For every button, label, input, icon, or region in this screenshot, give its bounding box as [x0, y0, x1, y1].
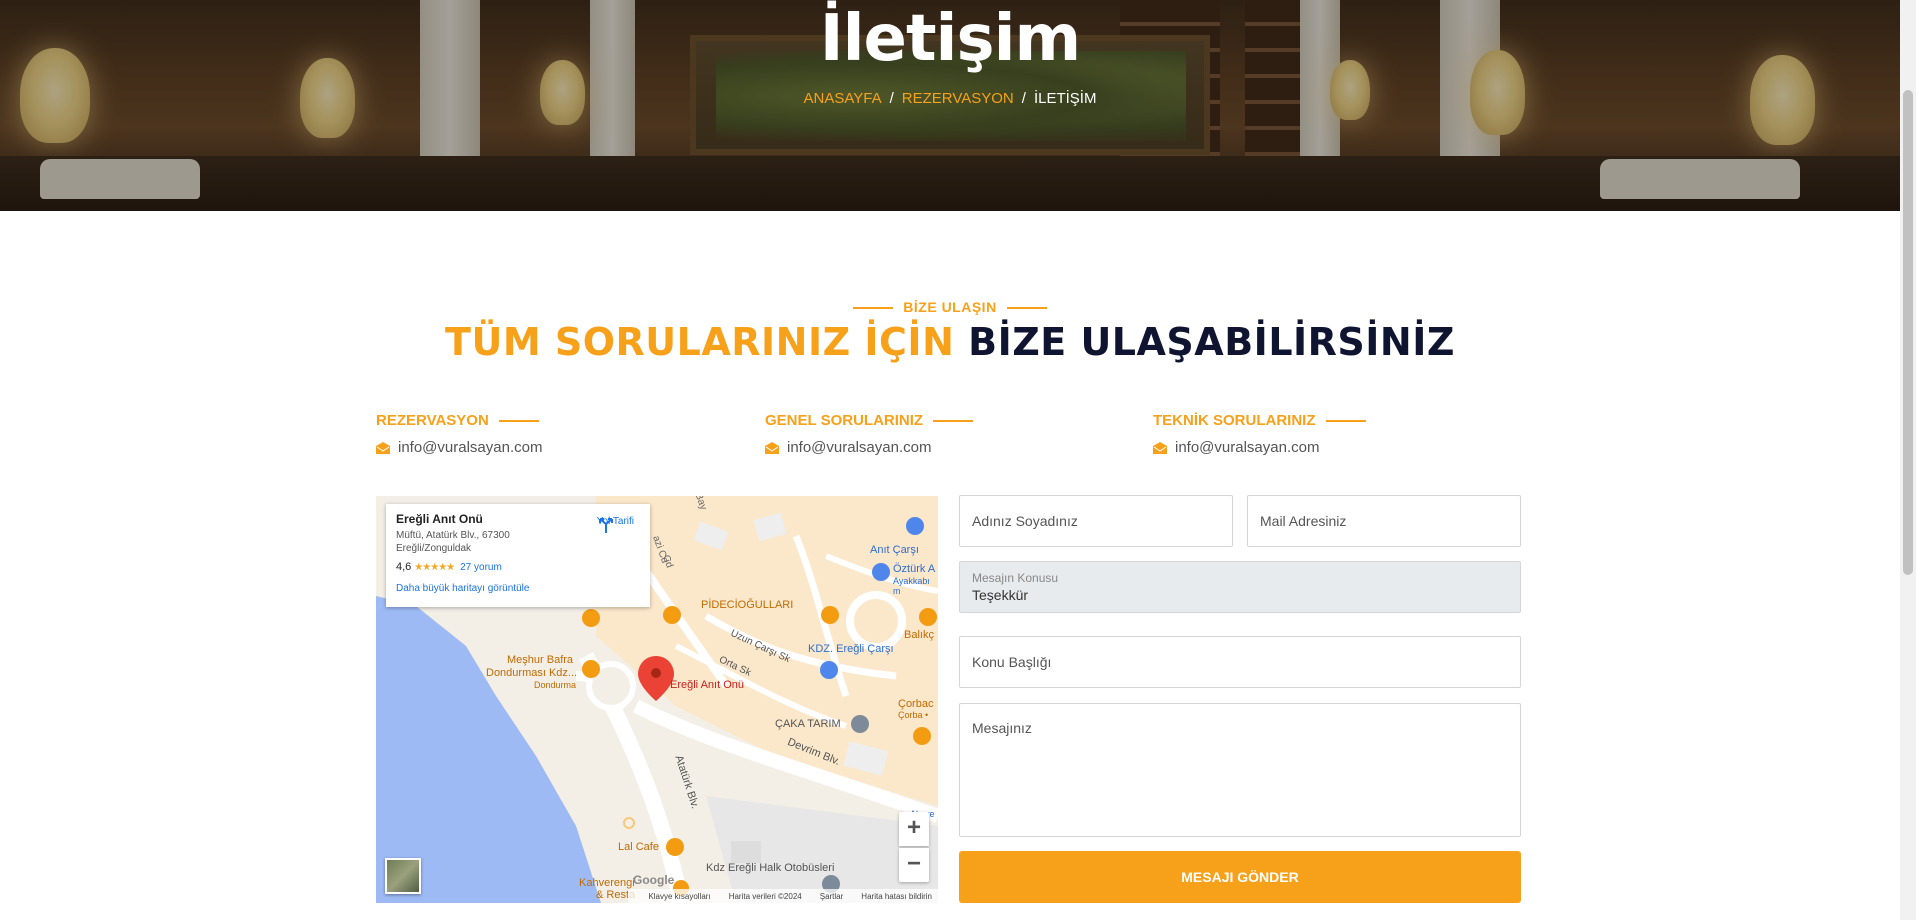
- zoom-in-button[interactable]: +: [899, 812, 929, 846]
- divider: [1006, 307, 1047, 310]
- contact-label: TEKNİK SORULARINIZ: [1153, 412, 1366, 429]
- subject-value: Teşekkür: [972, 587, 1029, 603]
- contact-column-reservation: REZERVASYON info@vuralsayan.com: [376, 412, 542, 456]
- map-label: KDZ. Ereğli Çarşı: [808, 643, 894, 655]
- zoom-out-button[interactable]: −: [899, 848, 929, 882]
- contact-email[interactable]: info@vuralsayan.com: [765, 439, 973, 456]
- envelope-icon: [765, 441, 779, 454]
- view-larger-map-link[interactable]: Daha büyük haritayı görüntüle: [396, 583, 640, 594]
- page-title: İletişim: [819, 2, 1081, 76]
- contact-column-general: GENEL SORULARINIZ info@vuralsayan.com: [765, 412, 974, 456]
- map-label: Kdz Ereğli Halk Otobüsleri: [706, 862, 835, 874]
- breadcrumb-home-link[interactable]: ANASAYFA: [804, 90, 882, 107]
- contact-email[interactable]: info@vuralsayan.com: [376, 439, 542, 456]
- breadcrumb-separator: /: [1021, 90, 1026, 107]
- section-heading: TÜM SORULARINIZ İÇİN BİZE ULAŞABİLİRSİNİ…: [0, 320, 1900, 364]
- message-textarea[interactable]: Mesajınız: [959, 703, 1521, 837]
- reviews-link[interactable]: 27 yorum: [460, 562, 502, 573]
- breadcrumb-reservation-link[interactable]: REZERVASYON: [902, 90, 1014, 107]
- contact-column-technical: TEKNİK SORULARINIZ info@vuralsayan.com: [1153, 412, 1366, 456]
- map-label: Kahverengi: [579, 877, 635, 889]
- map-label: Anıt Çarşı: [870, 544, 919, 556]
- report-error-link[interactable]: Harita hatası bildirin: [861, 892, 932, 901]
- map-label: Çorbac: [898, 698, 934, 710]
- name-field[interactable]: Adınız Soyadınız: [959, 495, 1233, 547]
- map-label: Ayakkabı m: [893, 576, 930, 596]
- map-label: ÇAKA TARIM: [775, 718, 841, 730]
- section-heading-accent: TÜM SORULARINIZ İÇİN: [445, 320, 955, 364]
- contact-label: GENEL SORULARINIZ: [765, 412, 974, 429]
- map-place-card: Ereğli Anıt Onü Müftü, Atatürk Blv., 673…: [386, 504, 650, 607]
- map-label: Çorba •: [898, 710, 929, 720]
- contact-label: REZERVASYON: [376, 412, 542, 429]
- subject-select[interactable]: Mesajın Konusu Teşekkür: [959, 561, 1521, 613]
- section-heading-dark: BİZE ULAŞABİLİRSİNİZ: [968, 320, 1455, 364]
- map-label: Dondurması Kdz...: [486, 667, 578, 679]
- contact-email[interactable]: info@vuralsayan.com: [1153, 439, 1366, 456]
- map-label: Dondurma: [534, 680, 577, 690]
- place-rating: 4,6 ★★★★★ 27 yorum: [396, 561, 640, 573]
- directions-icon: [598, 518, 613, 533]
- rating-stars: ★★★★★: [414, 561, 455, 573]
- map-label: Lal Cafe: [618, 841, 659, 853]
- directions-button[interactable]: Yol Tarifi: [597, 516, 634, 533]
- map-label: PİDECİOĞULLARI: [701, 599, 794, 611]
- envelope-icon: [376, 441, 390, 454]
- subject-label: Mesajın Konusu: [972, 571, 1059, 585]
- map-label: Balıkç: [904, 629, 934, 641]
- satellite-toggle[interactable]: [385, 858, 421, 894]
- divider: [853, 307, 894, 310]
- google-map[interactable]: Bay azi Cd Cd Anıt Çarşı Öztürk A Ayakka…: [376, 496, 938, 903]
- section-eyebrow-text: BİZE ULAŞIN: [903, 299, 997, 315]
- rating-value: 4,6: [396, 561, 412, 573]
- breadcrumb-current: İLETİŞİM: [1033, 90, 1097, 107]
- title-field[interactable]: Konu Başlığı: [959, 636, 1521, 688]
- breadcrumb: ANASAYFA / REZERVASYON / İLETİŞİM: [0, 90, 1900, 107]
- google-logo: Google: [633, 873, 675, 887]
- place-address-line2: Ereğli/Zonguldak: [396, 543, 472, 554]
- hero-banner: İletişim ANASAYFA / REZERVASYON / İLETİŞİM: [0, 0, 1900, 211]
- terms-link[interactable]: Şartlar: [820, 892, 844, 901]
- map-label: Öztürk A: [893, 563, 936, 575]
- contact-page: İletişim ANASAYFA / REZERVASYON / İLETİŞİM B…: [0, 0, 1916, 920]
- map-pin-label: Ereğli Anıt Onü: [670, 679, 744, 691]
- page-scrollbar[interactable]: [1900, 0, 1916, 920]
- scrollbar-thumb[interactable]: [1903, 90, 1913, 575]
- map-data-credit: Harita verileri ©2024: [728, 891, 802, 901]
- section-eyebrow: BİZE ULAŞIN: [0, 299, 1900, 315]
- keyboard-shortcuts-link[interactable]: Klavye kısayolları: [648, 892, 710, 901]
- send-message-button[interactable]: MESAJI GÖNDER: [959, 851, 1521, 903]
- breadcrumb-separator: /: [889, 90, 894, 107]
- map-footer: Klavye kısayolları Harita verileri ©2024…: [628, 889, 938, 903]
- email-field[interactable]: Mail Adresiniz: [1247, 495, 1521, 547]
- envelope-icon: [1153, 441, 1167, 454]
- map-label: Meşhur Bafra: [507, 654, 574, 666]
